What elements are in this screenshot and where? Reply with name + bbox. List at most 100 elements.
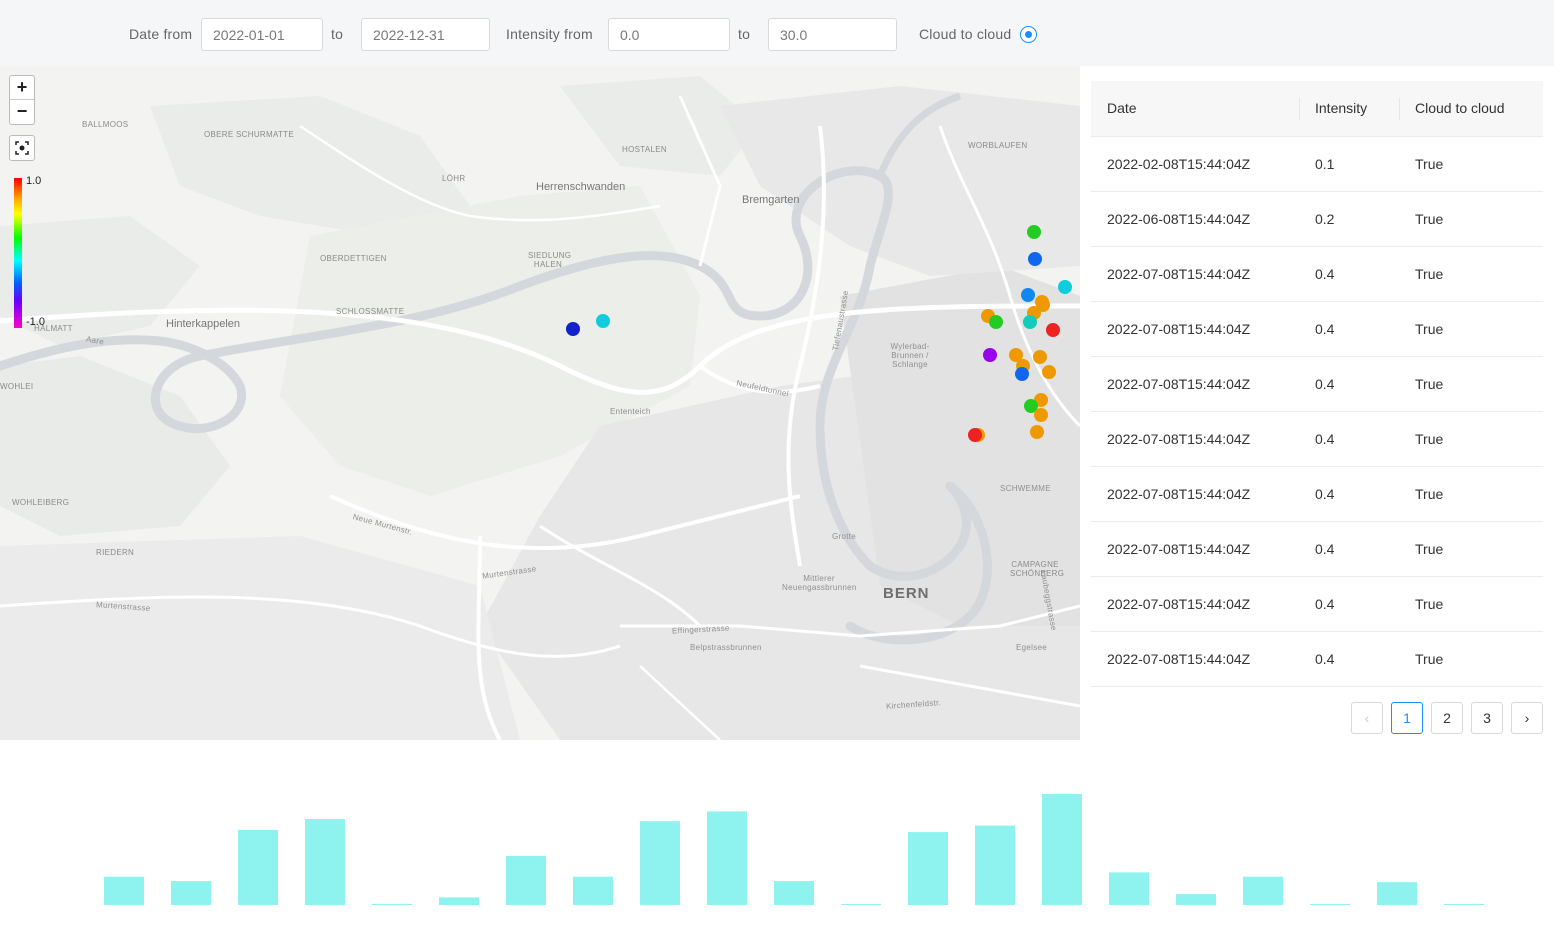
histogram-bar[interactable]: [171, 881, 211, 905]
histogram-bar[interactable]: [1310, 903, 1350, 905]
cell-cloud-to-cloud: True: [1399, 136, 1543, 192]
cell-cloud-to-cloud: True: [1399, 301, 1543, 357]
cell-cloud-to-cloud: True: [1399, 466, 1543, 522]
strike-marker[interactable]: [1033, 350, 1047, 364]
column-header-intensity[interactable]: Intensity: [1299, 81, 1399, 137]
table-row[interactable]: 2022-07-08T15:44:04Z 0.4 True: [1091, 301, 1543, 357]
cell-date: 2022-07-08T15:44:04Z: [1091, 246, 1299, 302]
cell-intensity: 0.4: [1299, 246, 1399, 302]
table-row[interactable]: 2022-07-08T15:44:04Z 0.4 True: [1091, 411, 1543, 467]
cell-cloud-to-cloud: True: [1399, 356, 1543, 412]
cell-intensity: 0.4: [1299, 576, 1399, 632]
histogram-bar[interactable]: [975, 825, 1015, 905]
cell-date: 2022-02-08T15:44:04Z: [1091, 136, 1299, 192]
cell-date: 2022-07-08T15:44:04Z: [1091, 301, 1299, 357]
histogram-bar[interactable]: [439, 897, 479, 905]
strike-marker[interactable]: [596, 314, 610, 328]
cell-date: 2022-07-08T15:44:04Z: [1091, 466, 1299, 522]
table-row[interactable]: 2022-07-08T15:44:04Z 0.4 True: [1091, 576, 1543, 632]
strike-marker[interactable]: [968, 428, 982, 442]
intensity-from-label: Intensity from: [506, 26, 593, 42]
histogram-bar[interactable]: [1377, 882, 1417, 905]
pagination-page-3[interactable]: 3: [1471, 702, 1503, 734]
intensity-color-scale: [14, 178, 22, 328]
strike-marker[interactable]: [1034, 408, 1048, 422]
cell-date: 2022-07-08T15:44:04Z: [1091, 631, 1299, 687]
intensity-from-input[interactable]: [608, 18, 730, 51]
strikes-table: Date Intensity Cloud to cloud 2022-02-08…: [1091, 81, 1543, 687]
histogram-bar[interactable]: [573, 876, 613, 905]
strike-marker[interactable]: [989, 315, 1003, 329]
map-view[interactable]: BALLMOOS OBERE SCHURMATTE HOSTALEN LÖHR …: [0, 66, 1080, 740]
zoom-control: + −: [9, 75, 35, 125]
table-row[interactable]: 2022-07-08T15:44:04Z 0.4 True: [1091, 246, 1543, 302]
date-to-label: to: [331, 26, 344, 42]
histogram-bar[interactable]: [1243, 876, 1283, 905]
histogram-bar[interactable]: [640, 821, 680, 905]
histogram-bar[interactable]: [774, 881, 814, 905]
pagination-next-button[interactable]: ›: [1511, 702, 1543, 734]
strike-marker[interactable]: [1046, 323, 1060, 337]
table-header-row: Date Intensity Cloud to cloud: [1091, 81, 1543, 137]
strike-marker[interactable]: [1028, 252, 1042, 266]
histogram-bar[interactable]: [372, 903, 412, 905]
cell-intensity: 0.4: [1299, 356, 1399, 412]
histogram-bar[interactable]: [238, 829, 278, 905]
cloud-to-cloud-label: Cloud to cloud: [919, 26, 1012, 42]
column-header-date[interactable]: Date: [1091, 81, 1299, 137]
histogram-bar[interactable]: [305, 819, 345, 905]
lightning-strike-layer: [566, 225, 1072, 442]
strike-marker[interactable]: [1027, 225, 1041, 239]
cell-intensity: 0.4: [1299, 466, 1399, 522]
date-to-input[interactable]: [361, 18, 490, 51]
histogram-bar[interactable]: [707, 811, 747, 905]
strike-marker[interactable]: [1023, 315, 1037, 329]
cell-intensity: 0.4: [1299, 301, 1399, 357]
cell-date: 2022-07-08T15:44:04Z: [1091, 411, 1299, 467]
table-row[interactable]: 2022-07-08T15:44:04Z 0.4 True: [1091, 631, 1543, 687]
cell-cloud-to-cloud: True: [1399, 411, 1543, 467]
strike-marker[interactable]: [1015, 367, 1029, 381]
scale-max-label: 1.0: [26, 175, 42, 187]
histogram-bar[interactable]: [1176, 894, 1216, 905]
strike-marker[interactable]: [1021, 288, 1035, 302]
intensity-to-label: to: [738, 26, 751, 42]
histogram-bar[interactable]: [841, 904, 881, 905]
cell-date: 2022-07-08T15:44:04Z: [1091, 356, 1299, 412]
fit-bounds-icon: [15, 141, 29, 155]
table-row[interactable]: 2022-07-08T15:44:04Z 0.4 True: [1091, 521, 1543, 577]
histogram-bar[interactable]: [1042, 794, 1082, 905]
pagination-prev-button[interactable]: ‹: [1351, 702, 1383, 734]
strike-marker[interactable]: [1058, 280, 1072, 294]
strike-count-histogram: [104, 794, 1484, 905]
cell-cloud-to-cloud: True: [1399, 191, 1543, 247]
pagination-page-2[interactable]: 2: [1431, 702, 1463, 734]
scale-min-label: -1.0: [26, 316, 45, 328]
histogram-bar[interactable]: [908, 832, 948, 905]
histogram-bar[interactable]: [1444, 904, 1484, 905]
table-row[interactable]: 2022-07-08T15:44:04Z 0.4 True: [1091, 466, 1543, 522]
table-row[interactable]: 2022-02-08T15:44:04Z 0.1 True: [1091, 136, 1543, 192]
date-from-input[interactable]: [201, 18, 323, 51]
cell-intensity: 0.4: [1299, 631, 1399, 687]
cell-cloud-to-cloud: True: [1399, 631, 1543, 687]
histogram-bar[interactable]: [506, 856, 546, 905]
filter-bar: Date from to Intensity from to Cloud to …: [0, 0, 1554, 66]
pagination-page-1[interactable]: 1: [1391, 702, 1423, 734]
strike-marker[interactable]: [983, 348, 997, 362]
cell-cloud-to-cloud: True: [1399, 246, 1543, 302]
strike-marker[interactable]: [1030, 425, 1044, 439]
intensity-to-input[interactable]: [768, 18, 897, 51]
cloud-to-cloud-radio[interactable]: [1020, 26, 1037, 43]
histogram-bar[interactable]: [104, 876, 144, 905]
histogram-bar[interactable]: [1109, 872, 1149, 905]
strike-marker[interactable]: [1042, 365, 1056, 379]
column-header-cloud-to-cloud[interactable]: Cloud to cloud: [1399, 81, 1543, 137]
fit-bounds-button[interactable]: [9, 135, 35, 161]
table-row[interactable]: 2022-07-08T15:44:04Z 0.4 True: [1091, 356, 1543, 412]
cell-intensity: 0.4: [1299, 521, 1399, 577]
strike-marker[interactable]: [566, 322, 580, 336]
table-row[interactable]: 2022-06-08T15:44:04Z 0.2 True: [1091, 191, 1543, 247]
zoom-out-button[interactable]: −: [10, 100, 34, 124]
zoom-in-button[interactable]: +: [10, 76, 34, 100]
